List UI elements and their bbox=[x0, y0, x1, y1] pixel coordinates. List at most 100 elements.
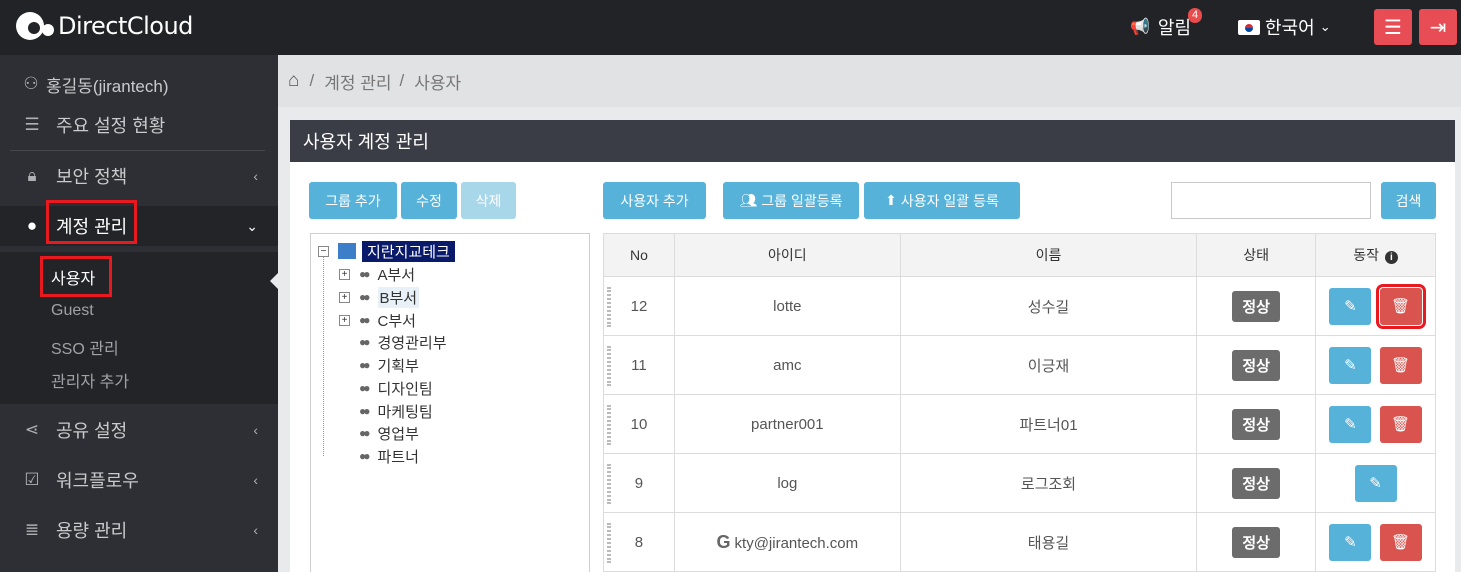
drag-handle-icon[interactable] bbox=[607, 464, 611, 504]
notification-badge: 4 bbox=[1188, 8, 1203, 23]
table-row[interactable]: 8 Gkty@jirantech.com 태용길 정상 ✎ 🗑︎ bbox=[603, 512, 1436, 572]
share-icon: ⋖ bbox=[24, 420, 40, 439]
database-icon: ≣ bbox=[24, 520, 40, 539]
group-add-button[interactable]: 그룹 추가 bbox=[309, 182, 397, 219]
row-no: 10 bbox=[630, 415, 648, 433]
cell-actions: ✎ 🗑︎ bbox=[1315, 335, 1436, 395]
row-id: lotte bbox=[673, 276, 901, 336]
logout-icon: ⇥ bbox=[1429, 16, 1447, 39]
tree-node[interactable]: ●● 디자인팀 bbox=[339, 378, 433, 398]
sidebar-item-storage[interactable]: ≣ 용량 관리 ‹ bbox=[0, 510, 278, 550]
group-icon: ●● bbox=[359, 313, 370, 327]
group-edit-button[interactable]: 수정 bbox=[401, 182, 457, 219]
tree-node-label: 마케팅팀 bbox=[377, 403, 433, 421]
edit-button[interactable]: ✎ bbox=[1354, 464, 1397, 502]
info-icon[interactable]: i bbox=[1384, 251, 1398, 264]
sidebar: ⚇ 홍길동(jirantech) ☰ 주요 설정 현황 🔒︎ 보안 정책 ‹ ●… bbox=[0, 55, 278, 572]
menu-button[interactable]: ☰ bbox=[1374, 9, 1412, 45]
column-header-action-label: 동작 bbox=[1353, 247, 1379, 263]
tree-node[interactable]: ●● 마케팅팀 bbox=[339, 401, 433, 421]
delete-button[interactable]: 🗑︎ bbox=[1375, 283, 1426, 329]
cell-actions: ✎ 🗑︎ bbox=[1315, 276, 1436, 336]
search-button[interactable]: 검색 bbox=[1381, 182, 1436, 219]
highlight-box bbox=[46, 200, 137, 244]
expand-icon[interactable]: + bbox=[339, 268, 350, 280]
logout-button[interactable]: ⇥ bbox=[1419, 9, 1457, 45]
user-bulk-button[interactable]: ⬆ 사용자 일괄 등록 bbox=[864, 182, 1020, 219]
cell-no: 9 bbox=[603, 453, 675, 513]
edit-button[interactable]: ✎ bbox=[1329, 287, 1372, 325]
tree-node[interactable]: ●● 영업부 bbox=[339, 423, 419, 443]
tree-leaf-marker bbox=[339, 360, 350, 371]
drag-handle-icon[interactable] bbox=[607, 405, 611, 445]
cell-status: 정상 bbox=[1196, 276, 1317, 336]
sidebar-item-account[interactable]: ● 계정 관리 ⌄ bbox=[0, 206, 278, 246]
sidebar-item-workflow[interactable]: ☑ 워크플로우 ‹ bbox=[0, 460, 278, 500]
tree-node[interactable]: + ●● C부서 bbox=[339, 310, 416, 330]
delete-button[interactable]: 🗑︎ bbox=[1379, 346, 1422, 384]
table-row[interactable]: 11 amc 이긍재 정상 ✎ 🗑︎ bbox=[603, 335, 1436, 395]
sidebar-subitem-admin-add[interactable]: 관리자 추가 bbox=[51, 368, 129, 392]
edit-icon: ✎ bbox=[1344, 534, 1357, 551]
edit-button[interactable]: ✎ bbox=[1329, 346, 1372, 384]
google-icon: G bbox=[716, 531, 731, 552]
sidebar-subitem-guest[interactable]: Guest bbox=[51, 302, 94, 320]
sidebar-item-security[interactable]: 🔒︎ 보안 정책 ‹ bbox=[0, 156, 278, 196]
user-add-button[interactable]: 사용자 추가 bbox=[603, 182, 706, 219]
expand-icon[interactable]: + bbox=[339, 291, 350, 303]
chevron-left-icon: ‹ bbox=[253, 522, 258, 538]
tree-node[interactable]: + ●● B부서 bbox=[339, 286, 420, 308]
tree-node[interactable]: ●● 경영관리부 bbox=[339, 332, 447, 352]
trash-icon: 🗑︎ bbox=[1391, 298, 1411, 315]
sidebar-user-name: 홍길동(jirantech) bbox=[46, 76, 169, 96]
status-badge: 정상 bbox=[1232, 467, 1280, 499]
tree-root[interactable]: − 지란지교테크 bbox=[318, 240, 455, 262]
checkbox-icon: ☑ bbox=[24, 470, 40, 489]
row-name: 태용길 bbox=[899, 512, 1198, 572]
table-row[interactable]: 9 log 로그조회 정상 ✎ bbox=[603, 453, 1436, 513]
delete-button[interactable]: 🗑︎ bbox=[1379, 523, 1422, 561]
trash-icon: 🗑︎ bbox=[1391, 534, 1411, 551]
cell-status: 정상 bbox=[1196, 512, 1317, 572]
sidebar-item-dashboard[interactable]: ☰ 주요 설정 현황 bbox=[0, 105, 278, 145]
cell-id: Gkty@jirantech.com bbox=[673, 512, 901, 572]
delete-button[interactable]: 🗑︎ bbox=[1379, 405, 1422, 443]
collapse-icon[interactable]: − bbox=[318, 245, 329, 257]
sidebar-divider bbox=[10, 150, 265, 151]
edit-button[interactable]: ✎ bbox=[1329, 523, 1372, 561]
column-header-status: 상태 bbox=[1196, 233, 1317, 277]
language-label: 한국어 bbox=[1265, 18, 1315, 38]
group-delete-button[interactable]: 삭제 bbox=[461, 182, 516, 219]
group-icon: ●● bbox=[359, 358, 370, 372]
tree-node[interactable]: + ●● A부서 bbox=[339, 264, 415, 284]
search-input[interactable] bbox=[1171, 182, 1371, 219]
edit-icon: ✎ bbox=[1369, 475, 1382, 492]
megaphone-icon: 📢 bbox=[1130, 19, 1150, 36]
group-bulk-button[interactable]: 👥︎ 그룹 일괄등록 bbox=[723, 182, 859, 219]
home-icon[interactable]: ⌂ bbox=[288, 70, 299, 92]
tree-node[interactable]: ●● 기획부 bbox=[339, 355, 419, 375]
directcloud-logo[interactable]: DirectCloud bbox=[16, 10, 193, 42]
drag-handle-icon[interactable] bbox=[607, 346, 611, 386]
sidebar-item-share[interactable]: ⋖ 공유 설정 ‹ bbox=[0, 410, 278, 450]
sidebar-subitem-sso[interactable]: SSO 관리 bbox=[51, 335, 119, 359]
group-tree: − 지란지교테크 + ●● A부서 + ●● B부서 + ●● C부서 ●● 경… bbox=[310, 233, 590, 572]
breadcrumb-account[interactable]: 계정 관리 bbox=[324, 69, 391, 94]
status-badge: 정상 bbox=[1232, 290, 1280, 322]
breadcrumb-separator: / bbox=[309, 71, 315, 90]
table-row[interactable]: 10 partner001 파트너01 정상 ✎ 🗑︎ bbox=[603, 394, 1436, 454]
highlight-box bbox=[40, 256, 112, 297]
table-row[interactable]: 12 lotte 성수길 정상 ✎ 🗑︎ bbox=[603, 276, 1436, 336]
language-selector[interactable]: 한국어 ⌄ bbox=[1238, 14, 1331, 40]
status-badge: 정상 bbox=[1232, 526, 1280, 558]
drag-handle-icon[interactable] bbox=[607, 287, 611, 327]
drag-handle-icon[interactable] bbox=[607, 523, 611, 563]
row-name: 로그조회 bbox=[899, 453, 1198, 513]
edit-button[interactable]: ✎ bbox=[1329, 405, 1372, 443]
row-no: 12 bbox=[630, 297, 648, 315]
notification-button[interactable]: 📢 알림 4 bbox=[1130, 8, 1203, 40]
expand-icon[interactable]: + bbox=[339, 314, 350, 326]
logo-text: DirectCloud bbox=[58, 12, 193, 40]
tree-node[interactable]: ●● 파트너 bbox=[339, 446, 419, 466]
sidebar-user[interactable]: ⚇ 홍길동(jirantech) bbox=[0, 64, 278, 104]
